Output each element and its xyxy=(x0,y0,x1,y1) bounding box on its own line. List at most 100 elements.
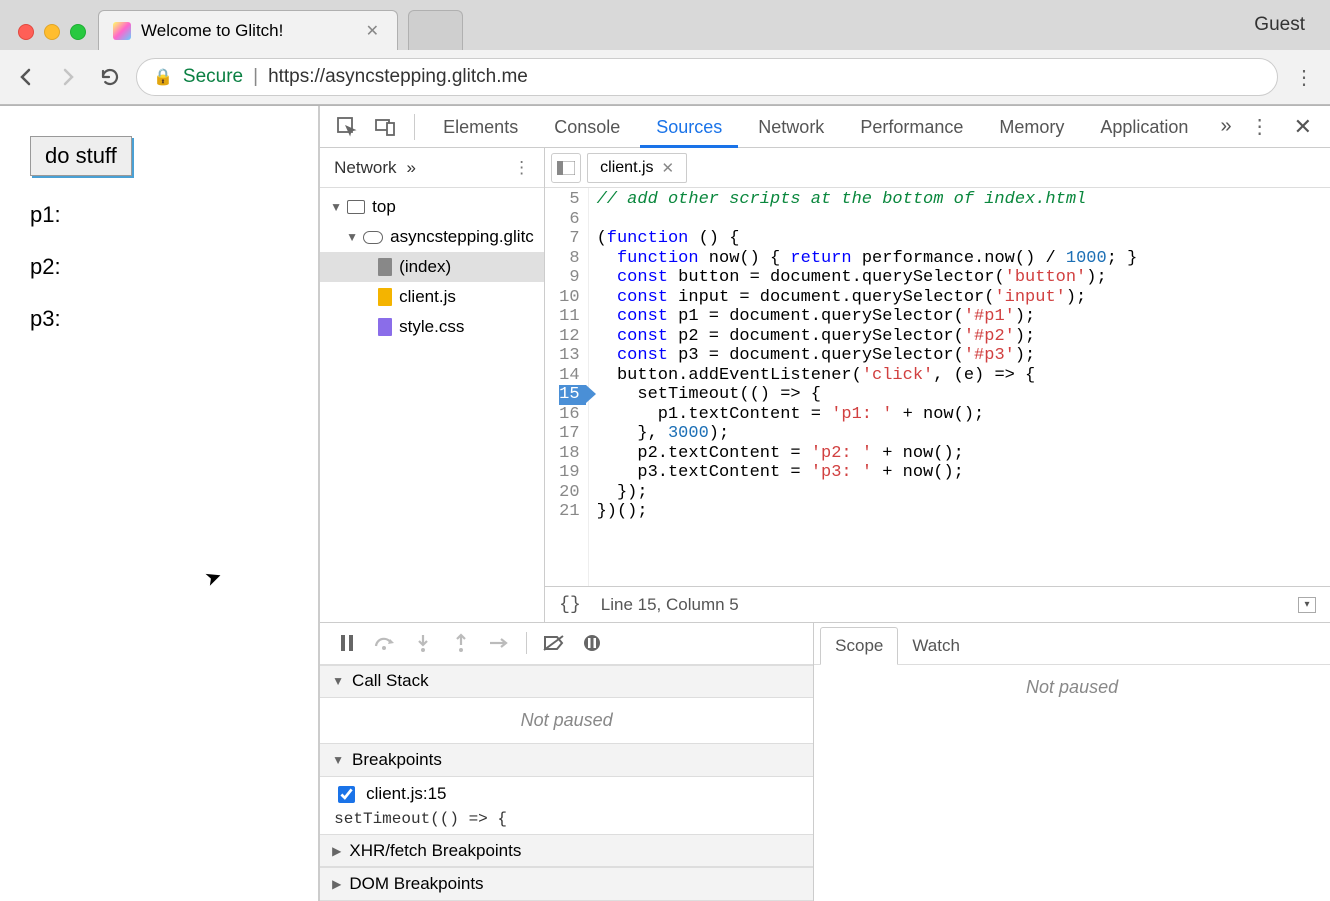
cursor-position: Line 15, Column 5 xyxy=(601,595,739,615)
sidebar-menu-icon[interactable]: ⋮ xyxy=(513,158,530,178)
pause-exceptions-icon xyxy=(582,633,602,653)
back-icon xyxy=(16,67,36,87)
chevron-right-icon: ▶ xyxy=(332,877,341,891)
forward-button xyxy=(52,61,84,93)
browser-tab-active[interactable]: Welcome to Glitch! ✕ xyxy=(98,10,398,50)
breakpoints-header[interactable]: ▼ Breakpoints xyxy=(320,743,813,777)
file-icon xyxy=(378,288,392,306)
editor-pane: client.js ✕ 5 6 7 8 9 10 11 xyxy=(545,148,1330,622)
tree-domain[interactable]: ▼ asyncstepping.glitc xyxy=(320,222,544,252)
xhr-breakpoints-title: XHR/fetch Breakpoints xyxy=(349,841,521,861)
reload-button[interactable] xyxy=(94,61,126,93)
tab-console[interactable]: Console xyxy=(538,106,636,148)
maximize-window-icon[interactable] xyxy=(70,24,86,40)
dom-breakpoints-title: DOM Breakpoints xyxy=(349,874,483,894)
tab-sources[interactable]: Sources xyxy=(640,106,738,148)
toggle-navigator-button[interactable] xyxy=(551,153,581,183)
tabs-overflow-button[interactable]: » xyxy=(1212,115,1239,138)
tree-file-index[interactable]: (index) xyxy=(320,252,544,282)
tab-close-icon[interactable]: ✕ xyxy=(362,21,383,41)
dom-breakpoints-header[interactable]: ▶ DOM Breakpoints xyxy=(320,867,813,901)
checkbox-input[interactable] xyxy=(338,786,355,803)
tree-file-stylecss[interactable]: style.css xyxy=(320,312,544,342)
step-icon xyxy=(488,635,510,651)
cloud-icon xyxy=(363,231,383,244)
sidebar-overflow-icon[interactable]: » xyxy=(407,158,416,178)
file-icon xyxy=(378,318,392,336)
close-icon[interactable]: ✕ xyxy=(662,159,675,177)
file-icon xyxy=(378,258,392,276)
close-window-icon[interactable] xyxy=(18,24,34,40)
inspect-element-button[interactable] xyxy=(330,110,364,144)
tab-elements[interactable]: Elements xyxy=(427,106,534,148)
deactivate-breakpoints-button[interactable] xyxy=(537,628,571,658)
debugger-right: Scope Watch Not paused xyxy=(814,623,1330,901)
browser-menu-button[interactable]: ⋮ xyxy=(1288,61,1320,93)
collapse-icon[interactable]: ▾ xyxy=(1298,597,1316,613)
code-editor[interactable]: 5 6 7 8 9 10 11 12 13 14 15 16 1 xyxy=(545,188,1330,586)
device-icon xyxy=(374,116,396,138)
editor-tab-clientjs[interactable]: client.js ✕ xyxy=(587,153,687,183)
p2-text: p2: xyxy=(30,254,288,280)
device-toggle-button[interactable] xyxy=(368,110,402,144)
editor-statusbar: {} Line 15, Column 5 ▾ xyxy=(545,586,1330,622)
p1-text: p1: xyxy=(30,202,288,228)
breakpoint-item[interactable]: client.js:15 setTimeout(() => { xyxy=(320,777,813,834)
tab-memory[interactable]: Memory xyxy=(983,106,1080,148)
scope-tabs: Scope Watch xyxy=(814,623,1330,665)
minimize-window-icon[interactable] xyxy=(44,24,60,40)
callstack-header[interactable]: ▼ Call Stack xyxy=(320,665,813,699)
new-tab-button[interactable] xyxy=(408,10,463,50)
back-button[interactable] xyxy=(10,61,42,93)
chevron-down-icon: ▼ xyxy=(332,674,344,688)
url-text: https://asyncstepping.glitch.me xyxy=(268,66,528,88)
tab-scope[interactable]: Scope xyxy=(820,627,898,665)
p3-text: p3: xyxy=(30,306,288,332)
navigator-icon xyxy=(557,161,575,175)
tab-watch[interactable]: Watch xyxy=(898,628,974,664)
lock-icon: 🔒 xyxy=(153,67,173,87)
step-over-icon xyxy=(373,634,397,652)
devtools-tabbar: Elements Console Sources Network Perform… xyxy=(320,106,1330,148)
favicon-icon xyxy=(113,22,131,40)
step-into-button xyxy=(406,628,440,658)
debugger-left: ▼ Call Stack Not paused ▼ Breakpoints cl… xyxy=(320,623,814,901)
reload-icon xyxy=(99,66,121,88)
pause-button[interactable] xyxy=(330,628,364,658)
line-gutter[interactable]: 5 6 7 8 9 10 11 12 13 14 15 16 1 xyxy=(545,188,588,586)
tab-strip: Welcome to Glitch! ✕ Guest xyxy=(0,0,1330,50)
code-content[interactable]: // add other scripts at the bottom of in… xyxy=(589,188,1330,586)
tab-network[interactable]: Network xyxy=(742,106,840,148)
address-bar[interactable]: 🔒 Secure | https://asyncstepping.glitch.… xyxy=(136,58,1278,96)
profile-label[interactable]: Guest xyxy=(1254,14,1305,36)
tab-performance[interactable]: Performance xyxy=(844,106,979,148)
pause-on-exceptions-button[interactable] xyxy=(575,628,609,658)
browser-chrome: Welcome to Glitch! ✕ Guest 🔒 Secure | ht… xyxy=(0,0,1330,106)
breakpoints-title: Breakpoints xyxy=(352,750,442,770)
tree-label: style.css xyxy=(399,317,464,337)
tree-label: asyncstepping.glitc xyxy=(390,227,534,247)
sidebar-tab-network[interactable]: Network xyxy=(334,158,396,178)
pretty-print-button[interactable]: {} xyxy=(559,595,581,615)
callstack-title: Call Stack xyxy=(352,671,429,691)
url-divider: | xyxy=(253,66,258,88)
inspect-icon xyxy=(336,116,358,138)
devtools-menu-button[interactable]: ⋮ xyxy=(1244,111,1276,143)
chevron-down-icon: ▼ xyxy=(332,753,344,767)
breakpoint-marker[interactable]: 15 xyxy=(559,385,585,405)
debugger-pane: ▼ Call Stack Not paused ▼ Breakpoints cl… xyxy=(320,622,1330,901)
scope-body: Not paused xyxy=(814,665,1330,901)
tab-application[interactable]: Application xyxy=(1084,106,1204,148)
devtools-panel: Elements Console Sources Network Perform… xyxy=(319,106,1330,901)
xhr-breakpoints-header[interactable]: ▶ XHR/fetch Breakpoints xyxy=(320,834,813,868)
tree-label: top xyxy=(372,197,396,217)
devtools-close-button[interactable]: ✕ xyxy=(1286,114,1320,140)
do-stuff-button[interactable]: do stuff xyxy=(30,136,132,176)
step-over-button xyxy=(368,628,402,658)
sources-sidebar: Network » ⋮ ▼ top ▼ asyncstep xyxy=(320,148,545,622)
scope-status: Not paused xyxy=(814,665,1330,710)
breakpoint-checkbox[interactable]: client.js:15 xyxy=(334,783,799,806)
tree-top[interactable]: ▼ top xyxy=(320,192,544,222)
tree-label: client.js xyxy=(399,287,456,307)
tree-file-clientjs[interactable]: client.js xyxy=(320,282,544,312)
